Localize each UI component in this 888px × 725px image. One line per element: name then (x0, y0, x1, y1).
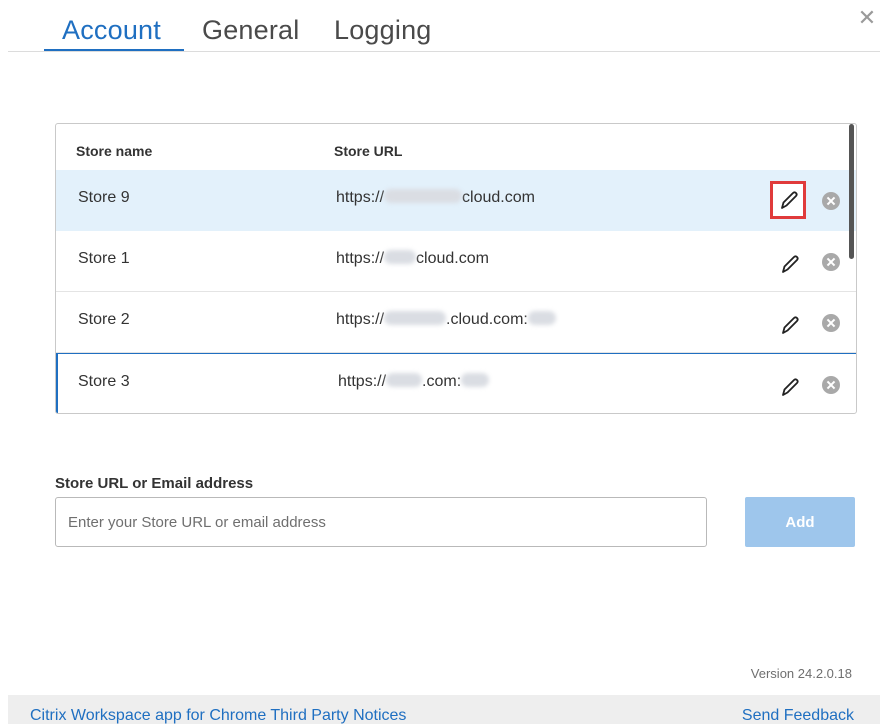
redacted-text (461, 373, 490, 387)
tabs-divider (8, 51, 880, 52)
edit-icon[interactable] (776, 372, 802, 398)
column-header-store-name: Store name (76, 143, 153, 159)
redacted-text (386, 373, 423, 387)
remove-icon[interactable] (822, 192, 840, 210)
store-url: https://.cloud.com: (336, 311, 556, 329)
table-row[interactable]: Store 1 https://cloud.com (56, 231, 856, 292)
footer-bar: Citrix Workspace app for Chrome Third Pa… (8, 695, 880, 724)
table-row[interactable]: Store 9 https://cloud.com (56, 170, 856, 231)
store-url: https://cloud.com (336, 250, 489, 267)
store-url-input[interactable] (55, 497, 707, 547)
tab-account[interactable]: Account (62, 15, 161, 46)
store-url: https://cloud.com (336, 189, 535, 206)
column-header-store-url: Store URL (334, 143, 403, 159)
redacted-text (527, 311, 556, 325)
redacted-text (384, 311, 447, 325)
store-url-label: Store URL or Email address (55, 475, 254, 492)
store-name: Store 1 (78, 250, 130, 267)
table-row[interactable]: Store 2 https://.cloud.com: (56, 292, 856, 353)
add-button[interactable]: Add (745, 497, 855, 547)
tab-general[interactable]: General (202, 15, 299, 46)
remove-icon[interactable] (822, 314, 840, 332)
store-url: https://.com: (338, 373, 490, 391)
send-feedback-link[interactable]: Send Feedback (742, 707, 854, 725)
redacted-text (384, 250, 417, 264)
remove-icon[interactable] (822, 253, 840, 271)
store-name: Store 2 (78, 311, 130, 328)
close-icon[interactable]: ✕ (856, 7, 878, 29)
edit-icon[interactable] (776, 310, 802, 336)
settings-tabs: Account General Logging (0, 0, 888, 52)
version-text: Version 24.2.0.18 (750, 666, 852, 681)
scrollbar-thumb[interactable] (849, 124, 854, 259)
edit-icon[interactable] (770, 181, 806, 219)
table-row[interactable]: Store 3 https://.com: (56, 353, 856, 413)
tab-logging[interactable]: Logging (334, 15, 432, 46)
store-table: Store name Store URL Store 9 https://clo… (55, 123, 857, 414)
redacted-text (384, 189, 463, 203)
store-name: Store 3 (78, 373, 130, 390)
remove-icon[interactable] (822, 376, 840, 394)
edit-icon[interactable] (776, 249, 802, 275)
third-party-notices-link[interactable]: Citrix Workspace app for Chrome Third Pa… (30, 707, 406, 725)
store-name: Store 9 (78, 189, 130, 206)
